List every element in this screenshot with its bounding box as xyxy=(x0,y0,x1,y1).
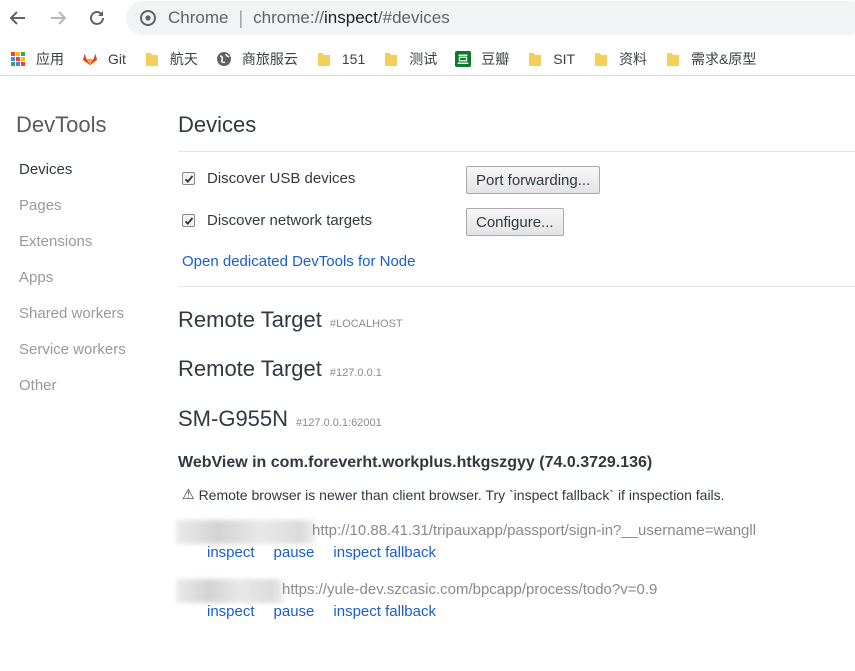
inspect-link[interactable]: inspect xyxy=(207,603,255,620)
inspectable-page: http://10.88.41.31/tripauxapp/passport/s… xyxy=(176,518,855,566)
sidebar-item-devices[interactable]: Devices xyxy=(19,158,126,194)
inspect-fallback-link[interactable]: inspect fallback xyxy=(333,603,436,620)
checkmark-icon xyxy=(184,216,193,225)
forward-arrow-icon xyxy=(51,11,67,25)
bookmark-label: 商旅服云 xyxy=(241,50,298,67)
omnibox-separator: | xyxy=(238,7,244,28)
target-name: Remote Target xyxy=(178,307,322,332)
folder-icon xyxy=(316,51,332,67)
sidebar-item-apps[interactable]: Apps xyxy=(19,266,126,302)
reload-button[interactable] xyxy=(83,4,111,32)
devices-panel: Devices Discover USB devices Port forwar… xyxy=(176,78,855,671)
url-host: inspect xyxy=(324,8,378,27)
page-url: http://10.88.41.31/tripauxapp/passport/s… xyxy=(312,522,757,539)
bookmark-folder-151[interactable]: 151 xyxy=(314,45,373,73)
url-path: /#devices xyxy=(377,8,450,27)
bookmark-douban[interactable]: 豆瓣 xyxy=(453,45,517,73)
browser-toolbar: Chrome | chrome://inspect/#devices xyxy=(0,0,855,36)
remote-target-localhost: Remote Target #LOCALHOST xyxy=(178,307,403,333)
port-forwarding-button[interactable]: Port forwarding... xyxy=(466,166,601,194)
page-url: https://yule-dev.szcasic.com/bpcapp/proc… xyxy=(282,581,658,598)
page-favicon-title-redacted xyxy=(176,579,284,603)
target-address: #127.0.0.1:62001 xyxy=(296,417,382,429)
url-text: chrome://inspect/#devices xyxy=(253,8,450,28)
discover-usb-checkbox[interactable] xyxy=(182,172,195,185)
configure-button[interactable]: Configure... xyxy=(466,208,564,236)
pause-link[interactable]: pause xyxy=(274,603,315,620)
bookmark-label: 测试 xyxy=(409,50,438,67)
address-bar[interactable]: Chrome | chrome://inspect/#devices xyxy=(126,1,855,35)
remote-target-127: Remote Target #127.0.0.1 xyxy=(178,356,382,382)
pause-link[interactable]: pause xyxy=(274,544,315,561)
reload-icon xyxy=(90,10,104,25)
target-address: #LOCALHOST xyxy=(329,318,403,330)
inspect-fallback-link[interactable]: inspect fallback xyxy=(333,544,436,561)
bookmark-git[interactable]: Git xyxy=(80,45,134,73)
sidebar-item-shared-workers[interactable]: Shared workers xyxy=(19,302,126,338)
bookmark-label: 应用 xyxy=(36,50,64,67)
bookmarks-bar: 应用 Git 航天 商旅服云 151 测试 豆瓣 SIT 资料 需求&原型 xyxy=(0,42,855,76)
secure-chip-label: Chrome xyxy=(168,8,229,27)
page-favicon-title-redacted xyxy=(176,520,316,544)
bookmark-label: Git xyxy=(108,50,126,67)
sidebar-item-extensions[interactable]: Extensions xyxy=(19,230,126,266)
devtools-sidebar: DevTools Devices Pages Extensions Apps S… xyxy=(0,78,160,671)
bookmark-shanglv[interactable]: 商旅服云 xyxy=(214,45,306,73)
target-address: #127.0.0.1 xyxy=(329,367,382,379)
bookmark-folder-requirements[interactable]: 需求&原型 xyxy=(663,45,764,73)
discover-usb-label: Discover USB devices xyxy=(207,170,356,187)
apps-grid-icon xyxy=(10,51,26,67)
folder-icon xyxy=(527,51,543,67)
gitlab-icon xyxy=(82,51,98,67)
page-title: Devices xyxy=(178,112,257,137)
bookmark-label: 航天 xyxy=(169,50,198,67)
douban-icon xyxy=(455,50,472,67)
folder-icon xyxy=(383,51,399,67)
bookmark-folder-hangtian[interactable]: 航天 xyxy=(142,45,206,73)
discover-network-row: Discover network targets xyxy=(182,212,372,229)
warning-icon: ⚠ xyxy=(182,486,195,502)
inspect-link[interactable]: inspect xyxy=(207,544,255,561)
open-node-devtools-link[interactable]: Open dedicated DevTools for Node xyxy=(182,253,415,270)
folder-icon xyxy=(144,51,160,67)
bookmark-label: 需求&原型 xyxy=(691,50,757,67)
inspectable-page: https://yule-dev.szcasic.com/bpcapp/proc… xyxy=(176,577,855,625)
divider xyxy=(178,286,855,287)
folder-icon xyxy=(593,51,609,67)
bookmark-label: SIT xyxy=(553,50,576,67)
discover-usb-row: Discover USB devices xyxy=(182,170,355,187)
bookmark-folder-test[interactable]: 测试 xyxy=(381,45,445,73)
globe-icon xyxy=(216,51,232,67)
chrome-logo-icon xyxy=(140,10,156,26)
divider xyxy=(178,151,855,152)
bookmark-apps[interactable]: 应用 xyxy=(8,45,72,73)
sidebar-item-service-workers[interactable]: Service workers xyxy=(19,338,126,374)
bookmark-label: 豆瓣 xyxy=(481,50,510,67)
folder-icon xyxy=(665,51,681,67)
bookmark-label: 资料 xyxy=(619,50,648,67)
discover-network-checkbox[interactable] xyxy=(182,214,195,227)
sidebar-title: DevTools xyxy=(16,112,107,137)
sidebar-nav: Devices Pages Extensions Apps Shared wor… xyxy=(19,158,126,410)
page-actions: inspect pause inspect fallback xyxy=(207,603,455,620)
bookmark-folder-sit[interactable]: SIT xyxy=(525,45,583,73)
version-warning: ⚠ Remote browser is newer than client br… xyxy=(182,486,725,503)
discover-network-label: Discover network targets xyxy=(207,212,373,229)
device-sm-g955n: SM-G955N #127.0.0.1:62001 xyxy=(178,406,382,432)
sidebar-item-other[interactable]: Other xyxy=(19,374,126,410)
page-actions: inspect pause inspect fallback xyxy=(207,544,455,561)
checkmark-icon xyxy=(184,174,193,183)
forward-button[interactable] xyxy=(44,4,72,32)
bookmark-label: 151 xyxy=(341,50,366,67)
webview-title: WebView in com.foreverht.workplus.htkgsz… xyxy=(178,454,653,471)
target-name: Remote Target xyxy=(178,356,322,381)
target-name: SM-G955N xyxy=(178,406,289,431)
bookmark-folder-ziliao[interactable]: 资料 xyxy=(591,45,655,73)
back-button[interactable] xyxy=(4,4,32,32)
sidebar-item-pages[interactable]: Pages xyxy=(19,194,126,230)
warning-text: Remote browser is newer than client brow… xyxy=(198,486,725,503)
url-scheme: chrome:// xyxy=(253,8,325,27)
back-arrow-icon xyxy=(9,11,25,25)
